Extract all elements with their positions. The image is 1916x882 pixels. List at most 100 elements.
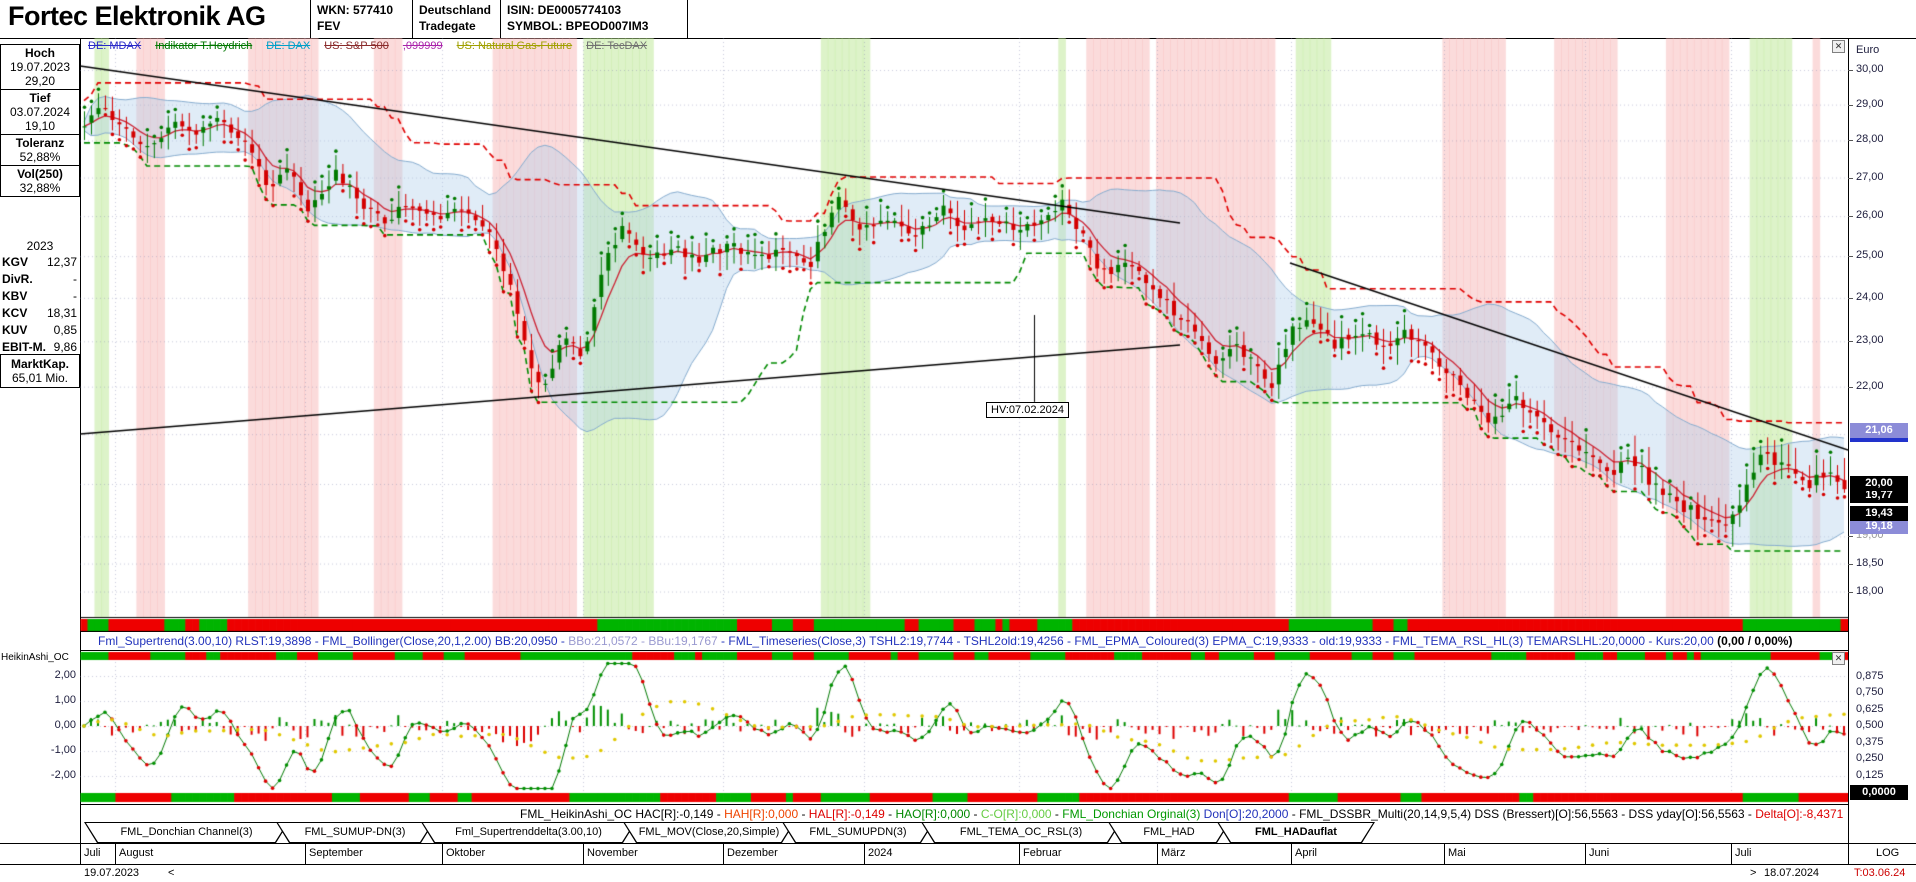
month-separator [1585, 843, 1586, 864]
sidebar-block-value: 29,20 [1, 74, 79, 88]
range-end-date: 18.07.2024 [1764, 867, 1819, 879]
axis-tick-mark [1848, 178, 1853, 179]
stat-value: 12,37 [47, 254, 77, 271]
indicator-legend: FML_HeikinAshi_OC HAC[R]:-0,149 - HAH[R]… [520, 807, 1843, 821]
stats-year: 2023 [0, 238, 80, 254]
legend-segment: FML_Donchian Orginal(3) [1062, 807, 1203, 821]
tab-label: FML_SUMUP-DN(3) [277, 823, 433, 842]
month-label: November [587, 847, 638, 859]
tab-label: FML_Donchian Channel(3) [85, 823, 288, 842]
stats-sidebar: Hoch19.07.202329,20Tief03.07.202419,10To… [0, 44, 80, 197]
price-tick-label: 18,50 [1856, 557, 1884, 569]
sidebar-block-title: Tief [1, 91, 79, 105]
month-label: Mai [1448, 847, 1466, 859]
stat-row: KUV0,85 [0, 322, 80, 339]
price-tick-label: 30,00 [1856, 63, 1884, 75]
price-tick-label: 24,00 [1856, 291, 1884, 303]
stat-label: KBV [2, 288, 27, 305]
axis-tick-mark [1848, 140, 1853, 141]
osc-right-tick: 0,375 [1856, 736, 1884, 748]
osc-right-tick: 0,250 [1856, 752, 1884, 764]
close-icon[interactable]: ✕ [1832, 40, 1845, 53]
stat-row: DivR.- [0, 271, 80, 288]
stat-value: 18,31 [47, 305, 77, 322]
market-cell: Deutschland Tradegate [412, 0, 500, 38]
chart-annotation: HV:07.02.2024 [986, 402, 1069, 418]
country-label: Deutschland [419, 2, 494, 18]
legend-segment: BBo:21,0572 - BBu:19,1767 [568, 634, 717, 648]
benchmark-item[interactable]: ,099999 [403, 40, 443, 52]
month-separator [1157, 843, 1158, 864]
price-tick-label: 28,00 [1856, 133, 1884, 145]
scroll-right-arrow[interactable]: > [1750, 867, 1756, 879]
stat-row: KGV 12,37 [0, 254, 80, 271]
isin-cell: ISIN: DE0005774103 SYMBOL: BPEOD007IM3 [500, 0, 688, 38]
stat-row: KBV- [0, 288, 80, 305]
sidebar-block-title: Vol(250) [1, 167, 79, 181]
legend-segment: FML_HeikinAshi_OC HAC[R]:-0,149 - [520, 807, 724, 821]
benchmark-item[interactable]: Indikator T.Heydrich [155, 40, 252, 52]
tab-label: FML_SUMUPDN(3) [783, 823, 933, 842]
stat-label: KGV [2, 254, 28, 271]
legend-segment: HAH[R]:0,000 [724, 807, 798, 821]
symbol-label: SYMBOL: BPEOD007IM3 [507, 18, 681, 34]
benchmark-item[interactable]: US: Natural Gas-Future [457, 40, 573, 52]
month-label: April [1295, 847, 1317, 859]
sidebar-block: Vol(250)32,88% [1, 166, 79, 196]
benchmark-item[interactable]: DE: MDAX [88, 40, 141, 52]
osc-right-tick: 0,625 [1856, 703, 1884, 715]
sidebar-block-value: 19.07.2023 [1, 60, 79, 74]
sidebar-block-value: 52,88% [1, 150, 79, 164]
marketcap-box: MarktKap. 65,01 Mio. [0, 354, 80, 388]
price-badge: 19,43 [1850, 506, 1908, 521]
tab-label: FML_HADauflat [1218, 823, 1374, 842]
trade-date-label: T:03.06.24 [1854, 867, 1905, 879]
sidebar-block-value: 19,10 [1, 119, 79, 133]
month-label: 2024 [868, 847, 892, 859]
price-tick-label: 29,00 [1856, 98, 1884, 110]
month-label: Februar [1023, 847, 1062, 859]
axis-tick-mark [1848, 298, 1853, 299]
scale-mode-label: LOG [1876, 847, 1899, 859]
tab-fml-had[interactable]: FML_HAD [1108, 822, 1230, 843]
tab-fml-supertrenddelta-3-00-10-[interactable]: Fml_Supertrenddelta(3.00,10) [421, 822, 636, 843]
month-separator [305, 843, 306, 864]
tab-fml-hadauflat[interactable]: FML_HADauflat [1217, 822, 1375, 843]
benchmark-legend: DE: MDAX Indikator T.Heydrich DE: DAX US: S… [88, 40, 647, 52]
axis-tick-mark [1848, 387, 1853, 388]
tab-fml-sumup-dn-3-[interactable]: FML_SUMUP-DN(3) [276, 822, 434, 843]
exchange-label: Tradegate [419, 18, 494, 34]
tab-fml-sumupdn-3-[interactable]: FML_SUMUPDN(3) [782, 822, 934, 843]
price-chart-canvas[interactable] [80, 38, 1848, 632]
tab-fml-tema-oc-rsl-3-[interactable]: FML_TEMA_OC_RSL(3) [921, 822, 1121, 843]
legend-segment: HAL[R]:-0,149 [809, 807, 885, 821]
scroll-left-arrow[interactable]: < [168, 867, 174, 879]
benchmark-item[interactable]: US: S&P 500 [324, 40, 389, 52]
price-tick-label: 26,00 [1856, 209, 1884, 221]
osc-left-tick: 1,00 [42, 694, 76, 706]
tab-fml-mov-close-20-simple-[interactable]: FML_MOV(Close,20,Simple) [623, 822, 795, 843]
osc-right-tick: 0,875 [1856, 670, 1884, 682]
tab-fml-donchian-channel-3-[interactable]: FML_Donchian Channel(3) [84, 822, 289, 843]
osc-left-tick: 2,00 [42, 669, 76, 681]
month-label: Juli [84, 847, 101, 859]
price-badge: 21,06 [1850, 423, 1908, 438]
sidebar-block: Hoch19.07.202329,20 [1, 45, 79, 90]
month-separator [583, 843, 584, 864]
legend-segment: - [970, 807, 981, 821]
benchmark-item[interactable]: DE: TecDAX [586, 40, 647, 52]
legend-segment: (0,00 / 0,00%) [1717, 634, 1792, 648]
price-tick-label: 18,00 [1856, 585, 1884, 597]
benchmark-item[interactable]: DE: DAX [266, 40, 310, 52]
legend-segment: - [798, 807, 809, 821]
sidebar-block-title: Hoch [1, 46, 79, 60]
close-icon[interactable]: ✕ [1832, 652, 1845, 665]
legend-segment: HAO[R]:0,000 [896, 807, 971, 821]
month-separator [442, 843, 443, 864]
tab-label: Fml_Supertrenddelta(3.00,10) [422, 823, 635, 842]
indicator-chart-canvas[interactable] [80, 650, 1848, 804]
price-badge: 20,00 [1850, 476, 1908, 491]
marketcap-value: 65,01 Mio. [1, 371, 79, 385]
axis-tick-mark [1848, 256, 1853, 257]
tab-label: FML_TEMA_OC_RSL(3) [922, 823, 1120, 842]
